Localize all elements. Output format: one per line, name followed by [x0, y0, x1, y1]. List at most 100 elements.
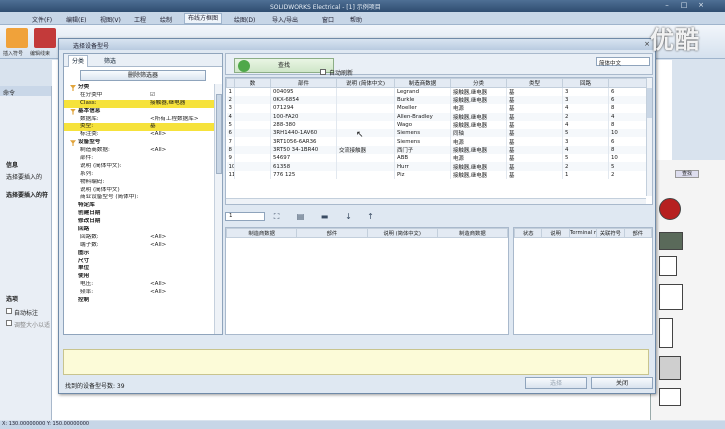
- menu-project[interactable]: 工程: [134, 15, 146, 24]
- sub-right-column-header[interactable]: 说明: [541, 228, 570, 238]
- filter-group-header[interactable]: 基本信息: [64, 108, 214, 116]
- sub-left-column-header[interactable]: 制造商数据: [436, 228, 509, 238]
- filter-property-row[interactable]: 标注类: <All>: [64, 131, 214, 139]
- terminal-symbol[interactable]: [659, 284, 683, 310]
- table-row[interactable]: 11 776 125 Piz 接触器,继电器基 1 2: [226, 170, 647, 179]
- filter-group-header[interactable]: 创建日期: [64, 210, 214, 218]
- move-up-icon[interactable]: ↑: [365, 211, 376, 222]
- table-row[interactable]: 7 3RT1056-6AR36 Siemens 电源基 3 6: [226, 137, 647, 146]
- language-select[interactable]: 简体中文: [596, 57, 650, 67]
- manufacturer-parts-table[interactable]: 制造商数据 部件 说明 (简体中文) 制造商数据: [225, 227, 509, 335]
- table-row[interactable]: 1 004095 Legrand 接触器,继电器基 3 6: [226, 87, 647, 96]
- circuits-table[interactable]: 状态说明Terminal number关联符号部件: [513, 227, 653, 335]
- auto-refresh-checkbox[interactable]: [320, 69, 326, 75]
- grid-scrollbar-thumb[interactable]: [647, 88, 652, 118]
- table-row[interactable]: 10 61358 Hurr 接触器,继电器基 2 5: [226, 162, 647, 171]
- filter-group-header[interactable]: 单位: [64, 265, 214, 273]
- meter-symbol[interactable]: [659, 232, 683, 250]
- move-down-icon[interactable]: ↓: [343, 211, 354, 222]
- filter-property-row[interactable]: 物料编码:: [64, 179, 214, 187]
- filter-property-row[interactable]: 频率: <All>: [64, 289, 214, 297]
- tab-filter[interactable]: 筛选: [104, 56, 116, 65]
- grid-column-header[interactable]: 数: [234, 78, 271, 88]
- device-model-grid[interactable]: 数部件 说明 (简体中文) 制造商数据 分类 类型 回路 1 004095 Legrand 接触…: [225, 77, 653, 205]
- fit-view-icon[interactable]: ⛶: [271, 211, 282, 222]
- grid-column-header[interactable]: 类型: [506, 78, 563, 88]
- filter-group-header[interactable]: 控制: [64, 297, 214, 305]
- relay-symbol[interactable]: [659, 356, 681, 380]
- filter-group-header[interactable]: 使用: [64, 273, 214, 281]
- sub-right-column-header[interactable]: 关联符号: [596, 228, 625, 238]
- table-row[interactable]: 5 288-380 Wago 接触器,继电器基 4 8: [226, 120, 647, 130]
- menu-view[interactable]: 视图(V): [100, 15, 121, 24]
- search-button[interactable]: 查找: [234, 58, 334, 73]
- auto-tag-checkbox[interactable]: [6, 308, 12, 314]
- insert-symbol-icon[interactable]: [6, 28, 28, 48]
- filter-property-row[interactable]: 说明 (简体中文): [64, 187, 214, 195]
- menu-draw[interactable]: 绘制: [160, 15, 172, 24]
- filter-scrollbar-thumb[interactable]: [216, 94, 222, 174]
- delete-filter-button[interactable]: 删除筛选器: [80, 70, 206, 81]
- filter-property-row[interactable]: 说明 (简体中文):: [64, 163, 214, 171]
- menu-wiring-diagram[interactable]: 布线方框图: [184, 13, 223, 24]
- grid-column-header[interactable]: 说明 (简体中文): [336, 78, 395, 88]
- filter-property-row[interactable]: 电压: <All>: [64, 281, 214, 289]
- filter-group-header[interactable]: 图示: [64, 250, 214, 258]
- grid-vertical-scrollbar[interactable]: [646, 78, 652, 196]
- filter-property-row[interactable]: Class: 接触器,继电器: [64, 99, 214, 108]
- grid-column-header[interactable]: 分类: [450, 78, 507, 88]
- sub-right-column-header[interactable]: 部件: [623, 228, 653, 238]
- menu-drawing[interactable]: 绘图(D): [234, 15, 255, 24]
- breaker-symbol[interactable]: [659, 388, 681, 406]
- table-row[interactable]: 6 3RH1440-1AV60 Siemens 同轴基 5 10: [226, 129, 647, 138]
- edit-harness-icon[interactable]: [34, 28, 56, 48]
- filter-property-row[interactable]: 端子数: <All>: [64, 242, 214, 250]
- filter-property-row[interactable]: 商业设备型号 (简体中):: [64, 194, 214, 202]
- filter-group-header[interactable]: 特定库: [64, 202, 214, 210]
- table-row[interactable]: 2 0KX-6854 Burkle 接触器,继电器基 3 6: [226, 96, 647, 105]
- filter-group-header[interactable]: 修改日期: [64, 218, 214, 226]
- grid-column-header[interactable]: [608, 78, 647, 88]
- table-row[interactable]: 3 071294 Moeller 电源基 4 8: [226, 104, 647, 113]
- select-button[interactable]: 选择: [525, 377, 587, 389]
- grid-column-header[interactable]: 回路: [562, 78, 609, 88]
- menu-window[interactable]: 窗口: [322, 15, 334, 24]
- filter-property-row[interactable]: 类型: 基: [64, 123, 214, 132]
- page-input[interactable]: 1: [225, 212, 265, 221]
- maximize-icon[interactable]: □: [677, 1, 691, 10]
- switch-symbol[interactable]: [659, 318, 673, 348]
- grid-column-header[interactable]: 部件: [270, 78, 337, 88]
- grid-horizontal-scrollbar[interactable]: [226, 198, 646, 204]
- menu-file[interactable]: 文件(F): [32, 15, 52, 24]
- fit-size-checkbox[interactable]: [6, 320, 12, 326]
- sub-left-column-header[interactable]: 说明 (简体中文): [366, 228, 438, 238]
- sub-left-column-header[interactable]: 制造商数据: [225, 228, 298, 238]
- sub-right-column-header[interactable]: 状态: [513, 228, 543, 238]
- filter-scrollbar[interactable]: [214, 84, 222, 334]
- filter-property-row[interactable]: 数据库: <所有工程数据库>: [64, 116, 214, 124]
- contact-symbol[interactable]: [659, 256, 677, 276]
- filter-group-header[interactable]: 回路: [64, 226, 214, 234]
- menu-help[interactable]: 帮助: [350, 15, 362, 24]
- sub-left-column-header[interactable]: 部件: [296, 228, 368, 238]
- filter-group-header[interactable]: 尺寸: [64, 258, 214, 266]
- close-icon[interactable]: ×: [694, 1, 708, 10]
- tab-classification[interactable]: 分类: [68, 55, 89, 67]
- list-icon[interactable]: ▬: [319, 211, 330, 222]
- menu-import-export[interactable]: 导入/导出: [272, 15, 298, 24]
- close-button[interactable]: 关闭: [591, 377, 653, 389]
- table-row[interactable]: 4 100-FA20 Allen-Bradley 接触器,继电器基 2 4: [226, 112, 647, 121]
- filter-property-row[interactable]: 制造商数据: <All>: [64, 147, 214, 155]
- minimize-icon[interactable]: –: [660, 1, 674, 10]
- filter-group-header[interactable]: 设备型号: [64, 139, 214, 147]
- sub-right-column-header[interactable]: Terminal number: [568, 228, 598, 238]
- filter-property-row[interactable]: 回路数: <All>: [64, 234, 214, 242]
- grid-column-header[interactable]: [226, 78, 235, 88]
- menu-edit[interactable]: 编辑(E): [66, 15, 86, 24]
- properties-icon[interactable]: ▤: [295, 211, 306, 222]
- find-tab[interactable]: 查找: [675, 170, 699, 178]
- filter-property-row[interactable]: 系列:: [64, 171, 214, 179]
- table-row[interactable]: 9 54697 ABB 电源基 5 10: [226, 154, 647, 163]
- table-row[interactable]: 8 3RT50 34-1BR40 交流接触器 西门子 接触器,继电器基 4 8: [226, 145, 647, 155]
- filter-group-header[interactable]: 分类: [64, 84, 214, 92]
